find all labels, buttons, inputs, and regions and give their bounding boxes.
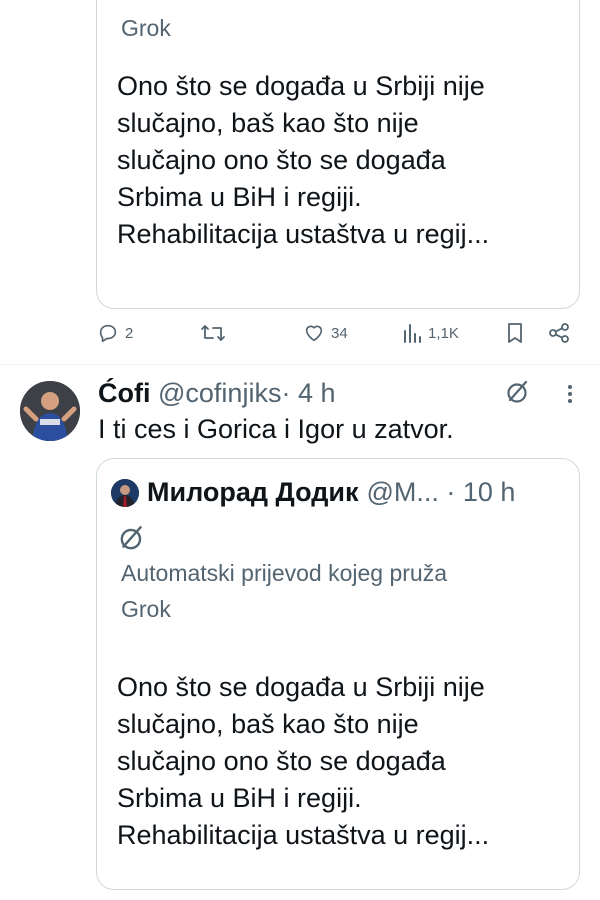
quoted-avatar	[111, 478, 139, 507]
text-line: Rehabilitacija ustaštva u regij...	[117, 219, 490, 249]
quoted-post-card[interactable]: Милорад Додик @M... · 10 h Automatski pr…	[96, 458, 580, 890]
text-line: Srbima u BiH i regiji.	[117, 783, 362, 813]
post-header: Ćofi @cofinjiks· 4 h	[98, 378, 336, 409]
grok-icon[interactable]	[504, 378, 532, 411]
grok-icon	[117, 523, 147, 558]
quoted-separator: ·	[438, 477, 463, 507]
views-icon	[402, 322, 422, 344]
more-icon[interactable]	[560, 382, 580, 411]
share-icon	[548, 322, 570, 344]
like-count: 34	[331, 324, 348, 342]
quoted-author-name: Милорад Додик	[147, 477, 359, 507]
translation-label: Grok	[121, 15, 171, 41]
views-count: 1,1K	[428, 324, 459, 342]
text-line: slučajno, baš kao što nije	[117, 108, 419, 138]
action-bar: 2 34 1,1K	[0, 322, 600, 354]
text-line: Ono što se događa u Srbiji nije	[117, 71, 485, 101]
post-time[interactable]: 4 h	[298, 378, 336, 408]
author-name[interactable]: Ćofi	[98, 378, 150, 408]
text-line: Srbima u BiH i regiji.	[117, 182, 362, 212]
divider	[0, 364, 600, 365]
repost-icon	[200, 322, 226, 344]
text-line: Ono što se događa u Srbiji nije	[117, 672, 485, 702]
translation-label-provider[interactable]: Grok	[121, 596, 171, 623]
quoted-author-handle: @M...	[366, 477, 439, 507]
like-button[interactable]: 34	[303, 322, 348, 344]
heart-icon	[303, 322, 325, 344]
quoted-post-text: Ono što se događa u Srbiji nije slučajno…	[117, 669, 565, 854]
reply-button[interactable]: 2	[97, 322, 133, 344]
share-button[interactable]	[548, 322, 570, 344]
quoted-post-header: Милорад Додик @M... · 10 h	[111, 477, 515, 508]
text-line: Rehabilitacija ustaštva u regij...	[117, 820, 490, 850]
reply-count: 2	[125, 324, 134, 342]
text-line: slučajno ono što se događa	[117, 746, 446, 776]
separator-dot: ·	[281, 378, 291, 408]
quoted-post-card[interactable]: Grok Ono što se događa u Srbiji nije slu…	[96, 0, 580, 309]
post-text: I ti ces i Gorica i Igor u zatvor.	[98, 414, 454, 444]
text-line: slučajno ono što se događa	[117, 145, 446, 175]
text-line: slučajno, baš kao što nije	[117, 709, 419, 739]
quoted-time: 10 h	[462, 477, 516, 507]
bookmark-icon	[505, 322, 525, 344]
views-button[interactable]: 1,1K	[402, 322, 459, 344]
bookmark-button[interactable]	[505, 322, 525, 344]
translation-label[interactable]: Automatski prijevod kojeg pruža	[121, 560, 447, 587]
quoted-post-text: Ono što se događa u Srbiji nije slučajno…	[117, 68, 565, 253]
reply-icon	[97, 322, 119, 344]
avatar[interactable]	[20, 381, 80, 441]
author-handle[interactable]: @cofinjiks	[158, 378, 281, 408]
repost-button[interactable]	[200, 322, 226, 344]
